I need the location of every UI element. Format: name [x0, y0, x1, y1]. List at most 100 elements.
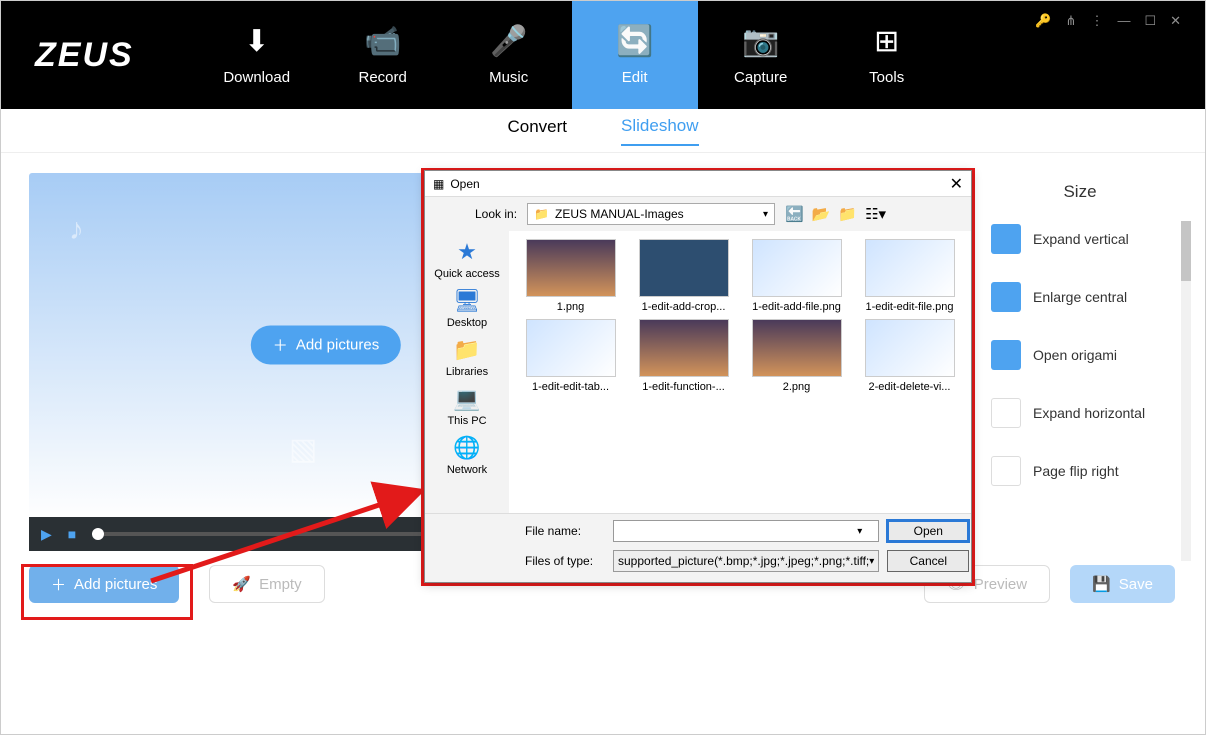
- size-thumb-icon: [991, 398, 1021, 428]
- file-thumb-icon: [865, 239, 955, 297]
- side-scrollbar-thumb[interactable]: [1181, 221, 1191, 281]
- new-folder-icon[interactable]: 📁: [838, 205, 857, 223]
- app-logo: ZEUS: [35, 36, 134, 75]
- plus-icon: ＋: [273, 335, 288, 356]
- file-item[interactable]: 1-edit-edit-tab...: [517, 319, 624, 393]
- file-item[interactable]: 2.png: [743, 319, 850, 393]
- capture-icon: 📷: [742, 24, 779, 59]
- pc-icon: 💻: [453, 386, 480, 412]
- dialog-titlebar: ▦ Open ✕: [425, 171, 971, 197]
- empty-label: Empty: [259, 576, 302, 593]
- dialog-toolbar: Look in: 📁 ZEUS MANUAL-Images ▾ 🔙 📂 📁 ☷▾: [425, 197, 971, 231]
- place-desktop[interactable]: 🖥Desktop: [447, 288, 487, 329]
- tab-slideshow[interactable]: Slideshow: [621, 116, 699, 146]
- filename-input[interactable]: ▾: [613, 520, 879, 542]
- file-thumb-icon: [526, 319, 616, 377]
- nav-capture[interactable]: 📷Capture: [698, 1, 824, 109]
- open-button[interactable]: Open: [887, 520, 969, 542]
- lookin-dropdown[interactable]: 📁 ZEUS MANUAL-Images ▾: [527, 203, 775, 225]
- back-icon[interactable]: 🔙: [785, 205, 804, 223]
- nav-music[interactable]: 🎤Music: [446, 1, 572, 109]
- file-item[interactable]: 2-edit-delete-vi...: [856, 319, 963, 393]
- dialog-close-button[interactable]: ✕: [950, 174, 963, 194]
- save-button[interactable]: 💾 Save: [1070, 565, 1175, 603]
- star-icon: ★: [457, 239, 477, 265]
- file-item[interactable]: 1.png: [517, 239, 624, 313]
- edit-icon: 🔄: [616, 24, 653, 59]
- cancel-button[interactable]: Cancel: [887, 550, 969, 572]
- size-thumb-icon: [991, 224, 1021, 254]
- size-thumb-icon: [991, 456, 1021, 486]
- tab-convert[interactable]: Convert: [507, 117, 567, 145]
- nav-record[interactable]: 📹Record: [320, 1, 446, 109]
- file-item[interactable]: 1-edit-add-file.png: [743, 239, 850, 313]
- empty-button[interactable]: 🚀 Empty: [209, 565, 324, 603]
- place-this-pc[interactable]: 💻This PC: [447, 386, 486, 427]
- file-item[interactable]: 1-edit-add-crop...: [630, 239, 737, 313]
- file-thumb-icon: [639, 239, 729, 297]
- dialog-title-text: Open: [450, 177, 479, 191]
- dialog-footer: File name: ▾ Open Files of type: support…: [425, 513, 971, 582]
- size-list: Expand vertical Enlarge central Open ori…: [985, 210, 1175, 500]
- preview-label: Preview: [974, 576, 1027, 593]
- file-grid: 1.png 1-edit-add-crop... 1-edit-add-file…: [509, 231, 971, 513]
- music-note-icon: ♪: [69, 213, 84, 247]
- chevron-down-icon: ▾: [869, 556, 874, 567]
- file-item[interactable]: 1-edit-function-...: [630, 319, 737, 393]
- size-item-expand-vertical[interactable]: Expand vertical: [985, 210, 1175, 268]
- filetype-dropdown[interactable]: supported_picture(*.bmp;*.jpg;*.jpeg;*.p…: [613, 550, 879, 572]
- view-menu-icon[interactable]: ☷▾: [865, 205, 886, 223]
- play-button[interactable]: ▶: [41, 526, 52, 543]
- place-network[interactable]: 🌐Network: [447, 435, 487, 476]
- stop-button[interactable]: ■: [68, 526, 76, 542]
- sub-tabs: Convert Slideshow: [1, 109, 1205, 153]
- place-quick-access[interactable]: ★Quick access: [434, 239, 499, 280]
- nav-download[interactable]: ⬇Download: [194, 1, 320, 109]
- size-item-open-origami[interactable]: Open origami: [985, 326, 1175, 384]
- seek-thumb[interactable]: [92, 528, 104, 540]
- download-icon: ⬇: [244, 24, 269, 59]
- add-pictures-canvas-button[interactable]: ＋ Add pictures: [251, 326, 401, 365]
- places-bar: ★Quick access 🖥Desktop 📁Libraries 💻This …: [425, 231, 509, 513]
- save-icon: 💾: [1092, 575, 1111, 593]
- record-icon: 📹: [364, 24, 401, 59]
- libraries-icon: 📁: [453, 337, 480, 363]
- nav-edit[interactable]: 🔄Edit: [572, 1, 698, 109]
- rocket-icon: 🚀: [232, 575, 251, 593]
- file-thumb-icon: [526, 239, 616, 297]
- up-folder-icon[interactable]: 📂: [812, 205, 831, 223]
- size-item-page-flip-right[interactable]: Page flip right: [985, 442, 1175, 500]
- file-thumb-icon: [639, 319, 729, 377]
- key-icon[interactable]: 🔑: [1035, 13, 1051, 29]
- save-label: Save: [1119, 576, 1153, 593]
- place-libraries[interactable]: 📁Libraries: [446, 337, 488, 378]
- menu-icon[interactable]: ⋮: [1090, 13, 1103, 29]
- size-item-expand-horizontal[interactable]: Expand horizontal: [985, 384, 1175, 442]
- size-item-enlarge-central[interactable]: Enlarge central: [985, 268, 1175, 326]
- nav-tools[interactable]: ⊞Tools: [824, 1, 950, 109]
- app-header: ZEUS ⬇Download 📹Record 🎤Music 🔄Edit 📷Cap…: [1, 1, 1205, 109]
- desktop-icon: 🖥: [453, 288, 481, 314]
- share-icon[interactable]: ⋔: [1066, 13, 1077, 29]
- add-pictures-canvas-label: Add pictures: [296, 337, 379, 354]
- filename-label: File name:: [525, 524, 605, 538]
- add-pictures-button[interactable]: ＋ Add pictures: [29, 565, 179, 603]
- maximize-icon[interactable]: ☐: [1144, 13, 1156, 29]
- chevron-down-icon: ▾: [857, 526, 862, 537]
- size-panel: Size Expand vertical Enlarge central Ope…: [985, 174, 1175, 500]
- size-thumb-icon: [991, 340, 1021, 370]
- file-thumb-icon: [865, 319, 955, 377]
- music-icon: 🎤: [490, 24, 527, 59]
- lookin-value: ZEUS MANUAL-Images: [555, 207, 684, 221]
- file-item[interactable]: 1-edit-edit-file.png: [856, 239, 963, 313]
- plus-icon: ＋: [51, 574, 66, 595]
- folder-icon: 📁: [534, 207, 549, 221]
- minimize-icon[interactable]: —: [1117, 13, 1130, 29]
- close-icon[interactable]: ✕: [1170, 13, 1181, 29]
- add-pictures-label: Add pictures: [74, 576, 157, 593]
- tools-icon: ⊞: [874, 24, 899, 59]
- size-thumb-icon: [991, 282, 1021, 312]
- app-small-icon: ▦: [433, 177, 444, 191]
- dialog-body: ★Quick access 🖥Desktop 📁Libraries 💻This …: [425, 231, 971, 513]
- titlebar-controls: 🔑 ⋔ ⋮ — ☐ ✕: [1035, 13, 1181, 29]
